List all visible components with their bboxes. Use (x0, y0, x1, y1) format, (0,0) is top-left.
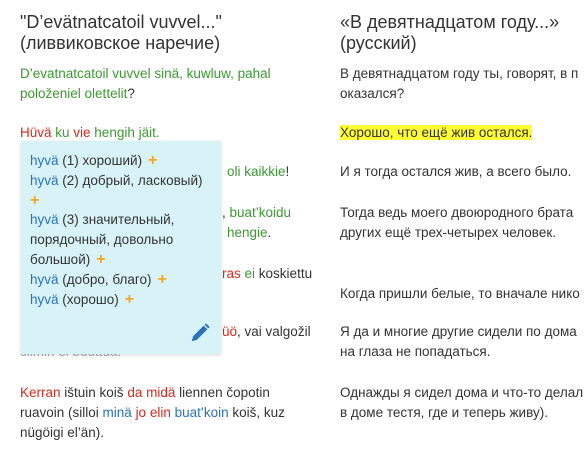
left-paragraph-4-visible-2: hengie. (227, 223, 271, 243)
word-segment[interactable]: ras (222, 266, 241, 281)
left-paragraph-5-visible: ras ei koskiettu (222, 264, 312, 284)
right-p4-line1: Тогда ведь моего двоюродного брата (340, 205, 574, 220)
word-segment[interactable]: ei (245, 266, 256, 281)
right-paragraph-7: Однажды я сидел дома и что-то делал в до… (340, 383, 583, 423)
entry-lemma[interactable]: hyvä (30, 292, 59, 307)
word-segment[interactable]: buat’koidu (230, 205, 292, 220)
word-segment: ištuin koiš (60, 385, 128, 400)
entry-lemma[interactable]: hyvä (30, 153, 59, 168)
word-segment[interactable]: D’evatnatcatoil vuvvel sinä, kuwluw, pah… (20, 66, 271, 81)
word-segment: . (267, 225, 272, 240)
word-segment[interactable]: Hüvä (20, 125, 52, 140)
word-segment: nügöigi el’än). (20, 425, 105, 440)
right-paragraph-4: Тогда ведь моего двоюродного брата други… (340, 203, 573, 243)
entry-lemma[interactable]: hyvä (30, 272, 59, 287)
word-segment: koskiettu (255, 266, 313, 281)
popup-entry-4[interactable]: hyvä (добро, благо) + (30, 270, 167, 290)
right-p7-line2: в доме тестя, где и теперь живу). (340, 405, 548, 420)
popup-entry-3[interactable]: hyvä (3) значительный, (30, 210, 174, 230)
word-segment[interactable]: minä (103, 405, 132, 420)
left-p7-line1: Kerran ištuin koiš da midä liennen čopot… (20, 383, 285, 403)
popup-entry-2-plus: + (30, 191, 39, 211)
left-title-line2: (ливвиковское наречие) (20, 33, 221, 53)
word-segment: ruavoin (silloi (20, 405, 103, 420)
entry-gloss: (1) хороший) (58, 153, 143, 168)
popup-entry-3-line3: большой) + (30, 250, 106, 270)
left-paragraph-6-visible: üö, vai valgožil (222, 322, 311, 342)
word-segment: ! (285, 164, 290, 179)
add-plus-icon[interactable]: + (96, 251, 105, 268)
word-segment[interactable]: jo elin (136, 405, 171, 420)
word-segment[interactable]: hengih jäit. (91, 125, 159, 140)
right-p1-line1: В девятнадцатом году ты, говорят, в п (340, 66, 579, 81)
right-p7-line1: Однажды я сидел дома и что-то делал (340, 385, 584, 400)
word-segment[interactable]: buat’koin (175, 405, 229, 420)
right-title-line1: «В девятнадцатом году...» (340, 12, 560, 32)
word-segment: , vai valgožil (237, 324, 311, 339)
right-paragraph-3: И я тогда остался жив, а всего было. (340, 164, 572, 179)
add-plus-icon[interactable]: + (30, 192, 39, 209)
right-p1-line2: оказался? (340, 86, 405, 101)
word-segment[interactable]: hengie (227, 225, 268, 240)
right-paragraph-5: Когда пришли белые, то вначале нико (340, 286, 580, 301)
word-segment: liennen čopotin (175, 385, 270, 400)
popup-entry-3-line2: порядочный, довольно (30, 232, 174, 247)
add-plus-icon[interactable]: + (148, 152, 157, 169)
add-plus-icon[interactable]: + (158, 271, 167, 288)
word-segment: koiš, kuz (228, 405, 285, 420)
popup-entry-1[interactable]: hyvä (1) хороший) + (30, 151, 157, 171)
right-paragraph-2: Хорошо, что ещё жив остался. (340, 123, 533, 143)
left-paragraph-1: D’evatnatcatoil vuvvel sinä, kuwluw, pah… (20, 64, 271, 104)
popup-entry-5[interactable]: hyvä (хорошо) + (30, 290, 134, 310)
left-paragraph-7: Kerran ištuin koiš da midä liennen čopot… (20, 383, 285, 443)
left-paragraph-2: Hüvä ku vie hengih jäit. (20, 123, 160, 143)
left-column-title: "D’evätnatcatoil vuvvel..." (ливвиковско… (20, 12, 222, 54)
right-column-title: «В девятнадцатом году...» (русский) (340, 12, 559, 54)
left-p1-line2: položeniel olettelit? (20, 84, 271, 104)
right-paragraph-6: Я да и многие другие сидели по дома на г… (340, 322, 577, 362)
word-segment[interactable]: vie (73, 125, 90, 140)
right-p6-line1: Я да и многие другие сидели по дома (340, 324, 577, 339)
entry-gloss: (2) добрый, ласковый) (58, 173, 203, 188)
right-paragraph-1: В девятнадцатом году ты, говорят, в п ок… (340, 64, 578, 104)
word-segment: ? (127, 86, 135, 101)
right-title-line2: (русский) (340, 33, 417, 53)
popup-entry-2[interactable]: hyvä (2) добрый, ласковый) (30, 171, 203, 191)
entry-gloss: (3) значительный, (58, 212, 175, 227)
dictionary-popup: hyvä (1) хороший) + hyvä (2) добрый, ласк… (21, 141, 221, 354)
entry-lemma[interactable]: hyvä (30, 173, 59, 188)
entry-lemma[interactable]: hyvä (30, 212, 59, 227)
left-paragraph-4-visible: , buat’koidu (222, 203, 291, 223)
right-p4-line2: других ещё трех-четырех человек. (340, 225, 556, 240)
entry-gloss: (хорошо) (58, 292, 119, 307)
word-segment[interactable]: ku (52, 125, 74, 140)
word-segment[interactable]: Kerran (20, 385, 61, 400)
left-title-line1: "D’evätnatcatoil vuvvel..." (20, 12, 222, 32)
word-segment: , (222, 205, 230, 220)
right-p6-line2: на глаза не попадаться. (340, 344, 491, 359)
entry-gloss: (добро, благо) (58, 272, 152, 287)
add-plus-icon[interactable]: + (125, 291, 134, 308)
word-segment[interactable]: üö (222, 324, 237, 339)
pencil-icon[interactable] (189, 322, 211, 344)
entry-gloss: большой) (30, 252, 91, 267)
left-p7-line3: nügöigi el’än). (20, 423, 285, 443)
word-segment[interactable]: da midä (127, 385, 175, 400)
left-paragraph-3-visible: oli kaikkie! (227, 162, 289, 182)
word-segment[interactable]: položeniel olettelit (20, 86, 127, 101)
highlighted-sentence: Хорошо, что ещё жив остался. (340, 125, 533, 140)
left-p7-line2: ruavoin (silloi minä jo elin buat’koin k… (20, 403, 285, 423)
left-p1-line1: D’evatnatcatoil vuvvel sinä, kuwluw, pah… (20, 64, 271, 84)
word-segment[interactable]: oli kaikkie (227, 164, 286, 179)
